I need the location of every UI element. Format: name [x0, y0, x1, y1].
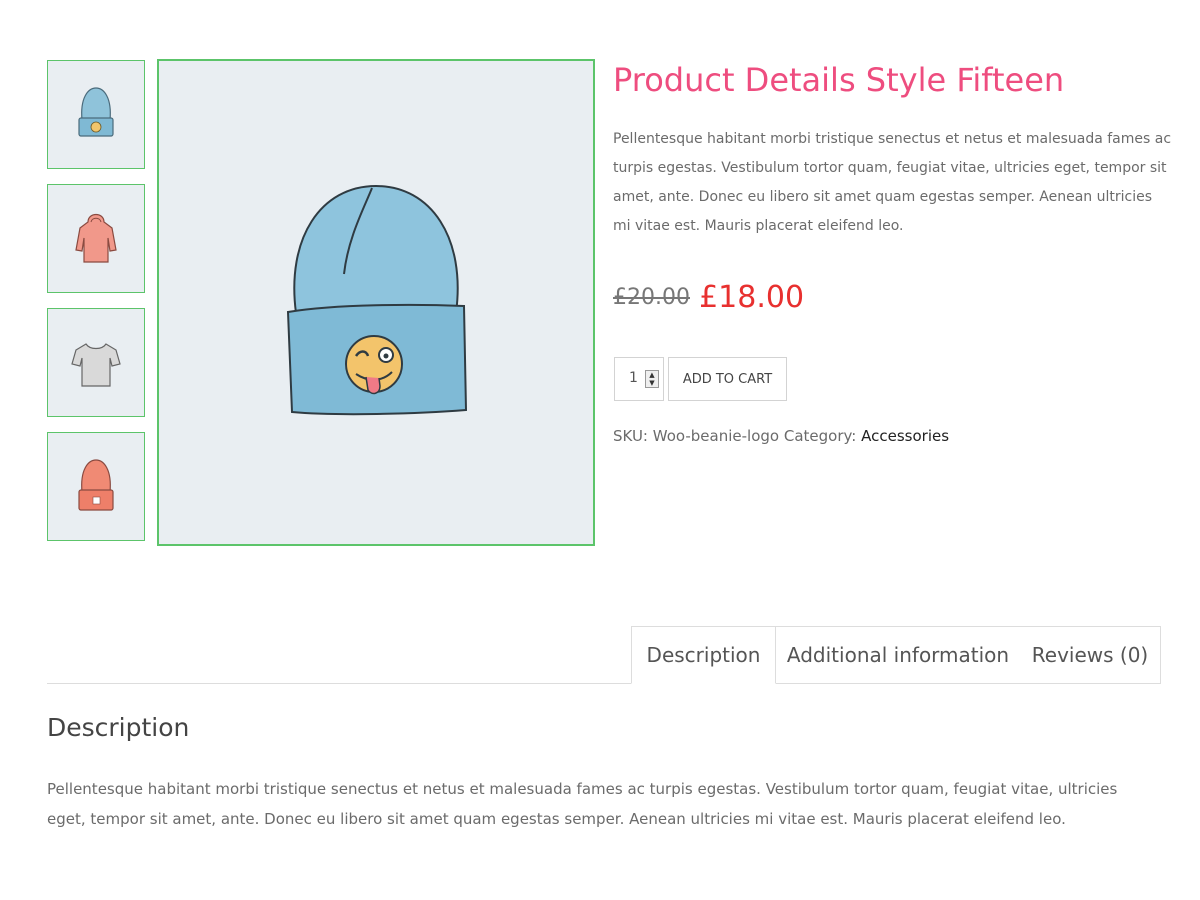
price-old: £20.00 — [613, 285, 690, 310]
sku-value: Woo-beanie-logo — [652, 427, 780, 445]
add-to-cart-button[interactable]: ADD TO CART — [668, 357, 787, 401]
grey-tshirt-icon — [71, 342, 121, 387]
thumbnail-pink-hoodie[interactable] — [47, 184, 145, 293]
increment-icon[interactable]: ▲ — [646, 371, 658, 379]
main-product-image[interactable] — [157, 59, 595, 546]
tab-reviews[interactable]: Reviews (0) — [1020, 626, 1161, 684]
quantity-value[interactable]: 1 — [629, 370, 638, 386]
product-short-description: Pellentesque habitant morbi tristique se… — [613, 131, 1172, 234]
blue-beanie-icon — [286, 184, 468, 415]
description-heading: Description — [47, 713, 190, 742]
category-label: Category: — [783, 427, 857, 445]
decrement-icon[interactable]: ▼ — [646, 379, 658, 387]
thumbnail-blue-beanie[interactable] — [47, 60, 145, 169]
product-meta: SKU: Woo-beanie-logo Category: Accessori… — [613, 427, 949, 445]
product-title: Product Details Style Fifteen — [613, 61, 1065, 99]
category-link[interactable]: Accessories — [861, 427, 949, 445]
thumbnail-orange-beanie[interactable] — [47, 432, 145, 541]
blue-beanie-icon — [78, 86, 114, 137]
quantity-stepper[interactable]: 1 ▲ ▼ — [614, 357, 664, 401]
orange-beanie-icon — [78, 458, 114, 511]
price-new: £18.00 — [699, 280, 805, 315]
quantity-spinner[interactable]: ▲ ▼ — [645, 370, 659, 388]
tab-description[interactable]: Description — [631, 626, 776, 684]
pink-hoodie-icon — [75, 213, 117, 263]
description-body: Pellentesque habitant morbi tristique se… — [47, 780, 1118, 828]
sku-label: SKU: — [613, 427, 648, 445]
tab-additional-information[interactable]: Additional information — [776, 626, 1021, 684]
thumbnail-grey-tshirt[interactable] — [47, 308, 145, 417]
price-block: £20.00 £18.00 — [613, 280, 804, 315]
